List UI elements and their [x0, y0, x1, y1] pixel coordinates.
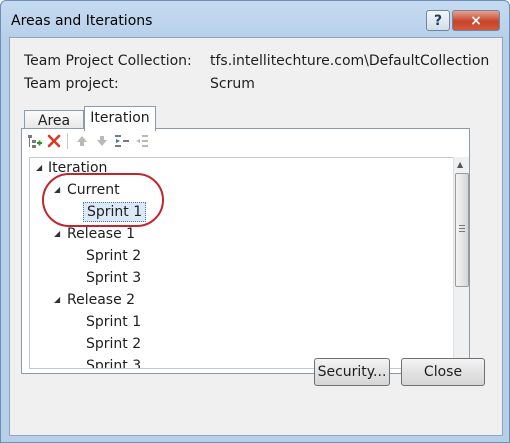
tree-node-release-1-sprint-3[interactable]: Sprint 3	[86, 268, 141, 288]
project-label: Team project:	[24, 76, 119, 92]
security-button[interactable]: Security...	[314, 358, 390, 386]
move-down-icon[interactable]	[94, 133, 110, 149]
tab-iteration[interactable]: Iteration	[84, 106, 156, 131]
expand-triangle-icon[interactable]: ◢	[36, 163, 42, 172]
close-window-button[interactable]: ×	[452, 10, 500, 31]
expand-triangle-icon[interactable]: ◢	[54, 229, 60, 238]
tree-node-release-2-sprint-1[interactable]: Sprint 1	[86, 312, 141, 332]
project-value: Scrum	[210, 76, 255, 92]
highlight-annotation	[42, 173, 164, 227]
close-button[interactable]: Close	[401, 358, 485, 386]
tree-node-release-2[interactable]: Release 2	[67, 290, 135, 310]
scroll-thumb[interactable]	[455, 173, 469, 287]
help-button[interactable]: ?	[426, 10, 450, 31]
tree-node-release-2-sprint-3[interactable]: Sprint 3	[86, 356, 141, 368]
tab-area[interactable]: Area	[24, 110, 84, 130]
tree-node-release-2-sprint-2[interactable]: Sprint 2	[86, 334, 141, 354]
expand-triangle-icon[interactable]: ◢	[54, 295, 60, 304]
collection-label: Team Project Collection:	[24, 53, 192, 69]
outdent-icon[interactable]	[134, 133, 150, 149]
tree-scrollbar[interactable]: ▲ ▼	[453, 157, 469, 369]
move-up-icon[interactable]	[74, 133, 90, 149]
new-node-icon[interactable]	[26, 133, 42, 149]
title-bar[interactable]: Areas and Iterations ? ×	[1, 1, 509, 37]
indent-icon[interactable]	[114, 133, 130, 149]
tree-node-release-1-sprint-2[interactable]: Sprint 2	[86, 246, 141, 266]
tree-toolbar	[22, 129, 469, 153]
dialog-window: Areas and Iterations ? × Team Project Co…	[0, 0, 510, 443]
tree-node-release-1[interactable]: Release 1	[67, 224, 135, 244]
window-title: Areas and Iterations	[11, 13, 153, 29]
iteration-panel: ◢ Iteration ◢ Current Sprint 1 ◢ Release…	[21, 128, 470, 374]
delete-icon[interactable]	[46, 133, 62, 149]
collection-value: tfs.intellitechture.com\DefaultCollectio…	[210, 53, 490, 69]
scroll-up-arrow-icon[interactable]: ▲	[457, 160, 463, 169]
